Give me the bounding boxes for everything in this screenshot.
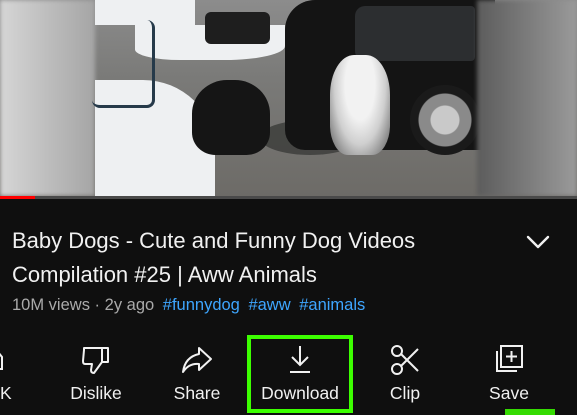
video-person <box>192 80 270 155</box>
video-chair <box>205 12 270 44</box>
share-label: Share <box>173 383 221 403</box>
scissors-icon <box>391 345 419 375</box>
meta-separator: · <box>94 296 101 314</box>
upload-age: 2y ago <box>104 296 155 314</box>
video-dog <box>330 55 390 155</box>
video-bicycle <box>92 20 155 108</box>
video-blur-right <box>477 0 577 196</box>
save-label: Save <box>489 383 529 403</box>
video-progress-bar[interactable] <box>0 196 577 199</box>
add-to-playlist-icon <box>496 345 523 372</box>
save-highlight-mark <box>505 409 555 415</box>
share-button[interactable]: Share <box>160 335 234 415</box>
dislike-button[interactable]: Dislike <box>58 335 134 415</box>
video-blur-left <box>0 0 95 196</box>
dislike-label: Dislike <box>70 383 122 403</box>
video-progress-fill <box>0 196 35 199</box>
save-button[interactable]: Save <box>476 335 542 415</box>
video-player[interactable] <box>0 0 577 196</box>
video-car-window <box>355 6 475 61</box>
hashtag-link[interactable]: #aww <box>248 296 290 314</box>
video-car-wheel <box>410 85 480 155</box>
view-count: 10M views <box>12 296 90 314</box>
clip-button[interactable]: Clip <box>372 335 438 415</box>
clip-label: Clip <box>389 383 421 403</box>
thumbs-down-icon <box>82 347 109 374</box>
hashtag-link[interactable]: #funnydog <box>163 296 240 314</box>
hashtag-link[interactable]: #animals <box>299 296 365 314</box>
chevron-down-icon[interactable] <box>526 232 550 252</box>
video-title[interactable]: Baby Dogs - Cute and Funny Dog Videos Co… <box>12 224 517 292</box>
download-highlight-box <box>247 335 353 413</box>
share-arrow-icon <box>182 347 212 373</box>
video-metadata: 10M views · 2y ago #funnydog #aww #anima… <box>12 296 365 315</box>
